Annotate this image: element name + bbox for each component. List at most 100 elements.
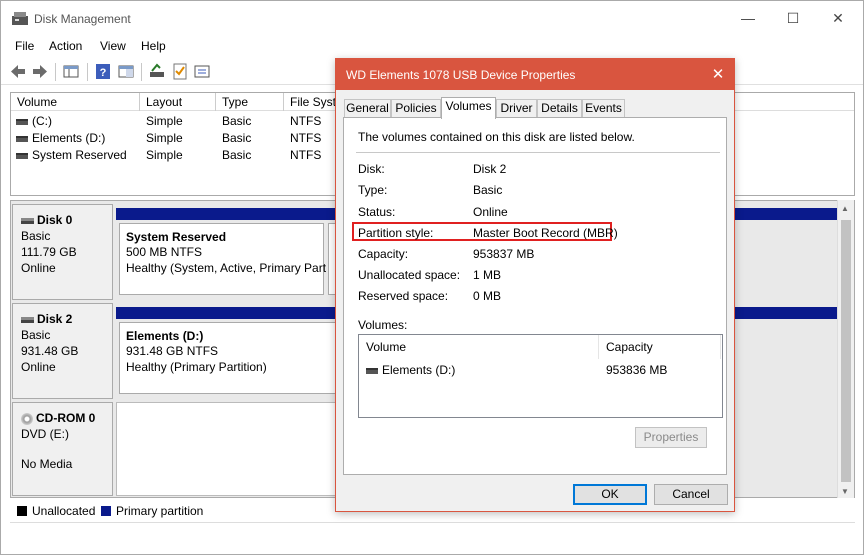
volumes-tab-panel: The volumes contained on this disk are l… <box>343 117 727 475</box>
partition-size: 931.48 GB NTFS <box>126 344 219 358</box>
drive-icon <box>16 152 28 159</box>
disk-2-size: 931.48 GB <box>21 344 79 358</box>
volume-fs: NTFS <box>290 114 322 128</box>
prop-status-value: Online <box>473 205 508 219</box>
primary-partition-swatch <box>101 506 111 516</box>
close-window-button[interactable]: ✕ <box>815 1 861 35</box>
drive-icon <box>16 135 28 142</box>
menu-view[interactable]: View <box>100 39 126 53</box>
unallocated-swatch <box>17 506 27 516</box>
properties-list-icon[interactable] <box>193 63 211 80</box>
prop-disk-label: Disk: <box>358 162 385 176</box>
cdrom-0-name: CD-ROM 0 <box>21 411 95 425</box>
drive-icon <box>16 118 28 125</box>
disk-0-status: Online <box>21 261 56 275</box>
scroll-up-icon[interactable]: ▲ <box>841 204 849 213</box>
hard-disk-icon <box>21 316 34 323</box>
volumes-column-capacity[interactable]: Capacity <box>599 335 721 359</box>
cdrom-0-label[interactable]: CD-ROM 0 DVD (E:) No Media <box>12 402 113 496</box>
disk-2-label[interactable]: Disk 2 Basic 931.48 GB Online <box>12 303 113 399</box>
prop-unallocated-label: Unallocated space: <box>358 268 461 282</box>
volumes-row-capacity: 953836 MB <box>606 363 668 377</box>
volumes-table[interactable]: Volume Capacity Elements (D:) 953836 MB <box>358 334 723 418</box>
cancel-button[interactable]: Cancel <box>654 484 728 505</box>
disk-2-type: Basic <box>21 328 51 342</box>
prop-reserved-value: 0 MB <box>473 289 502 303</box>
prop-partition-style-value: Master Boot Record (MBR) <box>473 226 618 240</box>
elements-partition[interactable]: Elements (D:) 931.48 GB NTFS Healthy (Pr… <box>119 322 339 394</box>
cdrom-0-empty-area <box>116 402 344 496</box>
checklist-icon[interactable] <box>171 63 189 80</box>
menu-bar: File Action View Help <box>1 35 863 57</box>
volume-type: Basic <box>222 148 252 162</box>
disk-0-name: Disk 0 <box>21 213 72 227</box>
show-hide-pane-icon[interactable] <box>117 63 135 80</box>
properties-button[interactable]: Properties <box>635 427 707 448</box>
prop-type-label: Type: <box>358 183 388 197</box>
volume-name: System Reserved <box>16 148 127 162</box>
tab-volumes[interactable]: Volumes <box>441 97 496 119</box>
menu-action[interactable]: Action <box>49 39 82 53</box>
prop-disk-value: Disk 2 <box>473 162 507 176</box>
cdrom-0-status: No Media <box>21 457 73 471</box>
prop-unallocated-value: 1 MB <box>473 268 502 282</box>
prop-capacity-value: 953837 MB <box>473 247 535 261</box>
column-header-layout[interactable]: Layout <box>140 93 216 111</box>
volume-layout: Simple <box>146 114 183 128</box>
minimize-button[interactable]: — <box>725 1 771 35</box>
scrollbar-thumb[interactable] <box>841 220 851 482</box>
tab-driver[interactable]: Driver <box>496 99 537 118</box>
hard-disk-icon <box>21 217 34 224</box>
dialog-close-button[interactable]: ✕ <box>704 64 732 86</box>
tab-policies[interactable]: Policies <box>391 99 441 118</box>
menu-file[interactable]: File <box>15 39 34 53</box>
volume-type: Basic <box>222 131 252 145</box>
menu-help[interactable]: Help <box>141 39 166 53</box>
legend-primary-partition: Primary partition <box>116 504 204 518</box>
toolbar-separator <box>87 63 88 81</box>
disk-0-label[interactable]: Disk 0 Basic 111.79 GB Online <box>12 204 113 300</box>
volumes-column-volume[interactable]: Volume <box>359 335 599 359</box>
column-header-volume[interactable]: Volume <box>11 93 140 111</box>
svg-text:?: ? <box>100 67 107 79</box>
prop-partition-style-label: Partition style: <box>358 226 434 240</box>
partition-name: System Reserved <box>126 230 227 244</box>
partition-name: Elements (D:) <box>126 329 204 343</box>
toolbar-separator <box>141 63 142 81</box>
volume-fs: NTFS <box>290 148 322 162</box>
volumes-section-label: Volumes: <box>358 318 408 332</box>
tab-details[interactable]: Details <box>537 99 582 118</box>
volume-name: Elements (D:) <box>16 131 105 145</box>
scroll-down-icon[interactable]: ▼ <box>841 487 849 496</box>
divider <box>356 152 720 153</box>
cdrom-0-type: DVD (E:) <box>21 427 69 441</box>
ok-button[interactable]: OK <box>573 484 647 505</box>
connect-disk-icon[interactable] <box>148 63 166 80</box>
window-title: Disk Management <box>34 12 131 26</box>
partition-status: Healthy (System, Active, Primary Part <box>126 261 327 275</box>
system-reserved-partition[interactable]: System Reserved 500 MB NTFS Healthy (Sys… <box>119 223 327 295</box>
volume-layout: Simple <box>146 148 183 162</box>
prop-status-label: Status: <box>358 205 396 219</box>
disk-map-scrollbar[interactable]: ▲ ▼ <box>837 200 854 498</box>
tab-general[interactable]: General <box>344 99 391 118</box>
help-icon[interactable]: ? <box>94 63 112 80</box>
volumes-intro-text: The volumes contained on this disk are l… <box>358 130 635 144</box>
prop-type-value: Basic <box>473 183 503 197</box>
volume-layout: Simple <box>146 131 183 145</box>
dialog-title-bar: WD Elements 1078 USB Device Properties ✕ <box>336 59 734 90</box>
volumes-row-volume[interactable]: Elements (D:) <box>366 363 455 377</box>
legend-unallocated: Unallocated <box>32 504 96 518</box>
console-tree-icon[interactable] <box>62 63 80 80</box>
column-header-type[interactable]: Type <box>216 93 284 111</box>
tab-events[interactable]: Events <box>582 99 625 118</box>
disk-management-app-icon <box>12 12 28 25</box>
disk-2-status: Online <box>21 360 56 374</box>
prop-reserved-label: Reserved space: <box>358 289 449 303</box>
disk-2-name: Disk 2 <box>21 312 72 326</box>
volume-fs: NTFS <box>290 131 322 145</box>
forward-arrow-icon[interactable] <box>31 63 49 80</box>
maximize-button[interactable]: ☐ <box>770 1 816 35</box>
back-arrow-icon[interactable] <box>9 63 27 80</box>
partition-size: 500 MB NTFS <box>126 245 203 259</box>
